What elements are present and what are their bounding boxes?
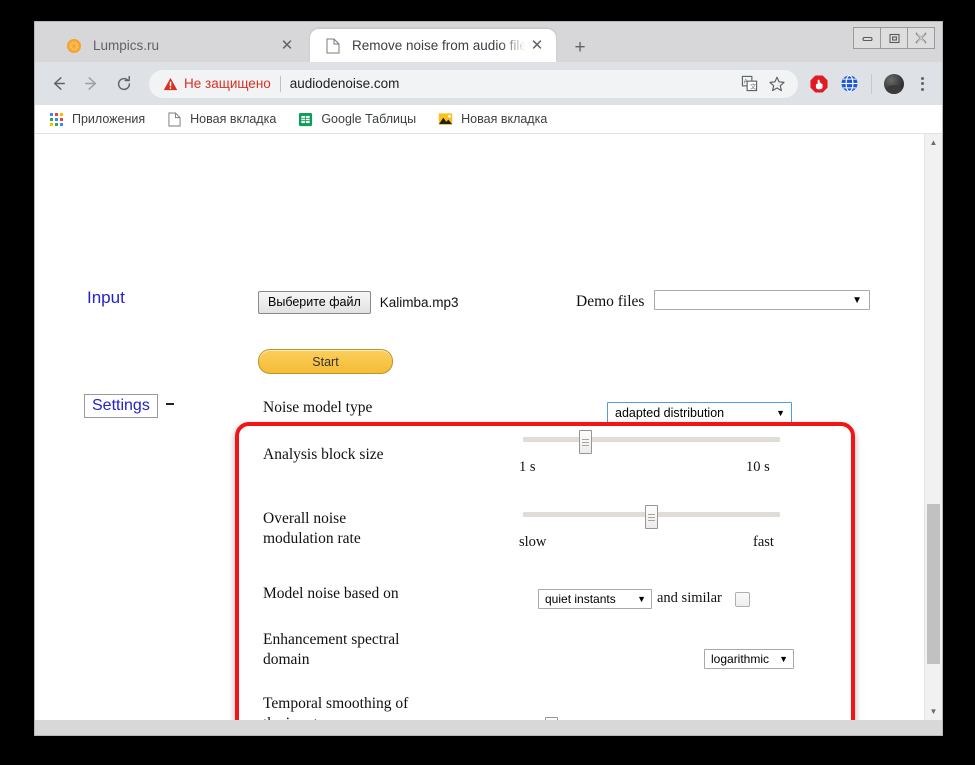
close-icon[interactable]: ✕ (526, 35, 548, 57)
svg-text:文: 文 (750, 83, 756, 91)
label-line-1: Enhancement spectral (263, 630, 399, 650)
selected-file-name: Kalimba.mp3 (380, 295, 459, 310)
vertical-scrollbar[interactable]: ▲ ▼ (924, 134, 942, 720)
start-button[interactable]: Start (258, 349, 393, 374)
slider-min-label: slow (519, 534, 546, 551)
choose-file-button[interactable]: Выберите файл (258, 291, 371, 314)
close-button[interactable] (907, 27, 935, 49)
scroll-up-icon[interactable]: ▲ (925, 134, 942, 151)
label-line-1: Temporal smoothing of (263, 694, 408, 714)
apps-grid-icon (48, 111, 65, 128)
browser-toolbar: Не защищено audiodenoise.com A 文 (35, 62, 942, 105)
bookmark-new-tab-1[interactable]: Новая вкладка (166, 111, 276, 128)
bookmark-label: Google Таблицы (321, 112, 416, 126)
noise-model-type-select[interactable]: adapted distribution ▼ (607, 402, 792, 423)
page-content: Input Выберите файл Kalimba.mp3 Demo fil… (35, 134, 925, 720)
chevron-down-icon: ▼ (776, 408, 785, 418)
close-icon[interactable]: ✕ (276, 35, 298, 57)
chrome-menu-icon[interactable] (911, 72, 933, 96)
bookmark-label: Новая вкладка (190, 112, 276, 126)
slider-min-label: 1 s (519, 459, 536, 476)
tab-strip: Lumpics.ru ✕ Remove noise from audio fil… (35, 22, 942, 62)
image-icon (437, 111, 454, 128)
bookmark-apps[interactable]: Приложения (48, 111, 145, 128)
label-analysis-block-size: Analysis block size (263, 445, 384, 465)
browser-window: Lumpics.ru ✕ Remove noise from audio fil… (34, 21, 943, 736)
settings-collapse-dash (166, 403, 174, 405)
security-status-text: Не защищено (184, 76, 271, 91)
screenshot-root: Lumpics.ru ✕ Remove noise from audio fil… (0, 0, 975, 765)
toolbar-divider (871, 74, 872, 94)
select-value: logarithmic (711, 652, 779, 666)
slider-analysis-block-size[interactable] (523, 430, 780, 448)
minimize-button[interactable] (853, 27, 881, 49)
forward-icon[interactable] (77, 70, 105, 98)
page-icon (166, 111, 183, 128)
label-line-2: domain (263, 650, 399, 670)
label-line-2: the input (263, 714, 408, 720)
bookmark-new-tab-2[interactable]: Новая вкладка (437, 111, 547, 128)
label-temporal-smoothing-input: Temporal smoothing of the input (263, 694, 408, 720)
bookmark-label: Приложения (72, 112, 145, 126)
orange-circle-icon (65, 37, 82, 54)
back-icon[interactable] (44, 70, 72, 98)
not-secure-warning-icon (163, 77, 178, 91)
slider-max-label: 10 s (746, 459, 770, 476)
address-bar[interactable]: Не защищено audiodenoise.com A 文 (149, 70, 798, 98)
bookmark-star-icon[interactable] (763, 70, 790, 97)
window-controls (854, 27, 935, 49)
demo-files-select[interactable]: ▼ (654, 290, 870, 310)
tab-label: Lumpics.ru (93, 38, 276, 53)
scrollbar-thumb[interactable] (927, 504, 940, 664)
chevron-down-icon: ▼ (637, 594, 646, 604)
new-tab-button[interactable]: + (567, 35, 593, 61)
slider-max-label: fast (753, 534, 774, 551)
bookmark-google-sheets[interactable]: Google Таблицы (297, 111, 416, 128)
page-title-input: Input (87, 288, 125, 308)
page-icon (324, 37, 341, 54)
window-footer (35, 720, 942, 734)
avatar[interactable] (879, 70, 909, 98)
translate-icon[interactable]: A 文 (736, 70, 763, 97)
label-overall-noise-modulation-rate: Overall noise modulation rate (263, 509, 361, 549)
tab-label: Remove noise from audio files on (352, 38, 526, 53)
slider-overall-noise-modulation-rate[interactable] (523, 505, 780, 523)
and-similar-checkbox[interactable] (735, 592, 750, 607)
select-value: adapted distribution (615, 406, 776, 420)
settings-label[interactable]: Settings (84, 394, 158, 418)
bookmark-label: Новая вкладка (461, 112, 547, 126)
spectral-domain-select[interactable]: logarithmic ▼ (704, 649, 794, 669)
globe-extension-icon[interactable] (834, 70, 864, 98)
noise-model-type-label: Noise model type (263, 399, 372, 417)
tab-lumpics[interactable]: Lumpics.ru ✕ (51, 29, 306, 62)
and-similar-label: and similar (657, 590, 722, 607)
label-model-noise-based-on: Model noise based on (263, 584, 399, 604)
tab-audiodenoise[interactable]: Remove noise from audio files on ✕ (310, 29, 556, 62)
omnibox-divider (280, 76, 281, 92)
scroll-down-icon[interactable]: ▼ (925, 703, 942, 720)
label-enhancement-spectral-domain: Enhancement spectral domain (263, 630, 399, 670)
slider-thumb[interactable] (545, 717, 558, 720)
slider-temporal-smoothing-input[interactable] (538, 717, 675, 720)
chevron-down-icon: ▼ (852, 295, 862, 306)
restore-button[interactable] (880, 27, 908, 49)
demo-files-label: Demo files (576, 293, 644, 311)
label-line-2: modulation rate (263, 529, 361, 549)
file-picker-row: Выберите файл Kalimba.mp3 (258, 291, 459, 314)
model-noise-source-select[interactable]: quiet instants ▼ (538, 589, 652, 609)
chevron-down-icon: ▼ (779, 654, 788, 664)
bookmarks-bar: Приложения Новая вкладка (35, 105, 942, 134)
select-value: quiet instants (545, 592, 637, 606)
url-text: audiodenoise.com (290, 76, 400, 91)
adblock-icon[interactable] (804, 70, 834, 98)
reload-icon[interactable] (110, 70, 138, 98)
slider-thumb[interactable] (579, 430, 592, 454)
slider-thumb[interactable] (645, 505, 658, 529)
label-line-1: Overall noise (263, 509, 361, 529)
omnibox-actions: A 文 (736, 70, 790, 97)
sheets-icon (297, 111, 314, 128)
slider-track (523, 437, 780, 442)
page-viewport: Input Выберите файл Kalimba.mp3 Demo fil… (35, 134, 942, 720)
